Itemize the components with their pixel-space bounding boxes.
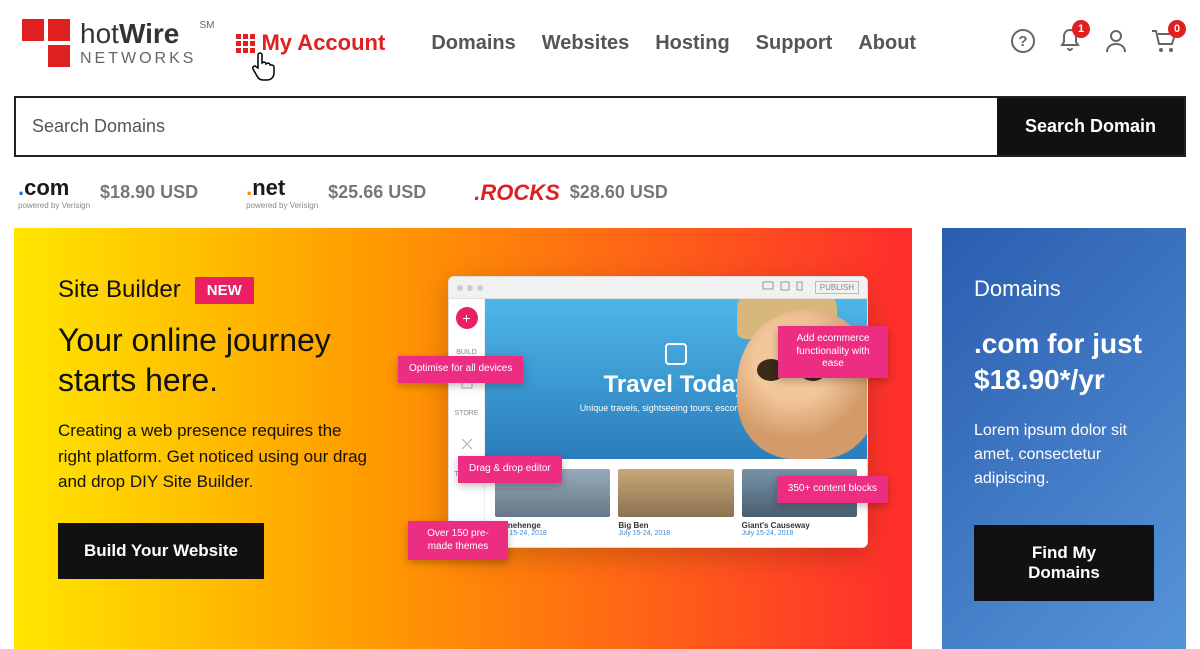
- bell-icon[interactable]: 1: [1058, 28, 1082, 59]
- header: hotWireSM NETWORKS My Account Domains We…: [0, 0, 1200, 86]
- nav-hosting[interactable]: Hosting: [655, 32, 729, 55]
- site-builder-card: Site Builder NEW Your online journey sta…: [14, 228, 912, 649]
- sb-body: Creating a web presence requires the rig…: [58, 418, 378, 495]
- nav-domains[interactable]: Domains: [431, 32, 515, 55]
- cart-badge: 0: [1168, 20, 1186, 38]
- notify-badge: 1: [1072, 20, 1090, 38]
- tag-ecom: Add ecommerce functionality with ease: [778, 326, 888, 378]
- help-icon[interactable]: ?: [1010, 28, 1036, 59]
- device-icons: PUBLISH: [762, 281, 859, 294]
- my-account-link[interactable]: My Account: [236, 30, 385, 56]
- nav-websites[interactable]: Websites: [542, 32, 629, 55]
- tag-themes: Over 150 pre-made themes: [408, 521, 508, 560]
- main-nav: Domains Websites Hosting Support About: [431, 32, 916, 55]
- theme-icon: [460, 437, 474, 451]
- build-website-button[interactable]: Build Your Website: [58, 523, 264, 579]
- user-icon[interactable]: [1104, 28, 1128, 59]
- cart-icon[interactable]: 0: [1150, 28, 1178, 59]
- price-rocks[interactable]: .ROCKS $28.60 USD: [474, 180, 668, 206]
- domains-heading: .com for just $18.90*/yr: [974, 326, 1154, 399]
- domain-search-bar: Search Domain: [14, 96, 1186, 157]
- builder-mock: PUBLISH + BUILD STORE THEME: [408, 276, 868, 601]
- sb-heading: Your online journey starts here.: [58, 320, 378, 400]
- search-input[interactable]: [16, 98, 997, 155]
- new-badge: NEW: [195, 277, 254, 304]
- nav-support[interactable]: Support: [756, 32, 833, 55]
- sb-title: Site Builder: [58, 276, 181, 304]
- search-button[interactable]: Search Domain: [997, 98, 1184, 155]
- tag-blocks: 350+ content blocks: [777, 476, 888, 503]
- domains-card: Domains .com for just $18.90*/yr Lorem i…: [942, 228, 1186, 649]
- logo[interactable]: hotWireSM NETWORKS: [22, 18, 196, 68]
- hand-cursor-icon: [250, 50, 278, 82]
- domains-body: Lorem ipsum dolor sit amet, consectetur …: [974, 419, 1154, 491]
- logo-squares-icon: [22, 19, 70, 67]
- price-com[interactable]: .compowered by Verisign $18.90 USD: [18, 175, 198, 210]
- find-domains-button[interactable]: Find My Domains: [974, 525, 1154, 601]
- plus-icon: +: [456, 307, 478, 329]
- price-net[interactable]: .netpowered by Verisign $25.66 USD: [246, 175, 426, 210]
- domain-price-row: .compowered by Verisign $18.90 USD .netp…: [0, 165, 1200, 228]
- tag-optimise: Optimise for all devices: [398, 356, 523, 383]
- domains-title: Domains: [974, 276, 1154, 302]
- svg-text:?: ?: [1018, 33, 1027, 50]
- nav-about[interactable]: About: [858, 32, 916, 55]
- guides-badge-icon: [665, 343, 687, 365]
- tag-drag: Drag & drop editor: [458, 456, 562, 483]
